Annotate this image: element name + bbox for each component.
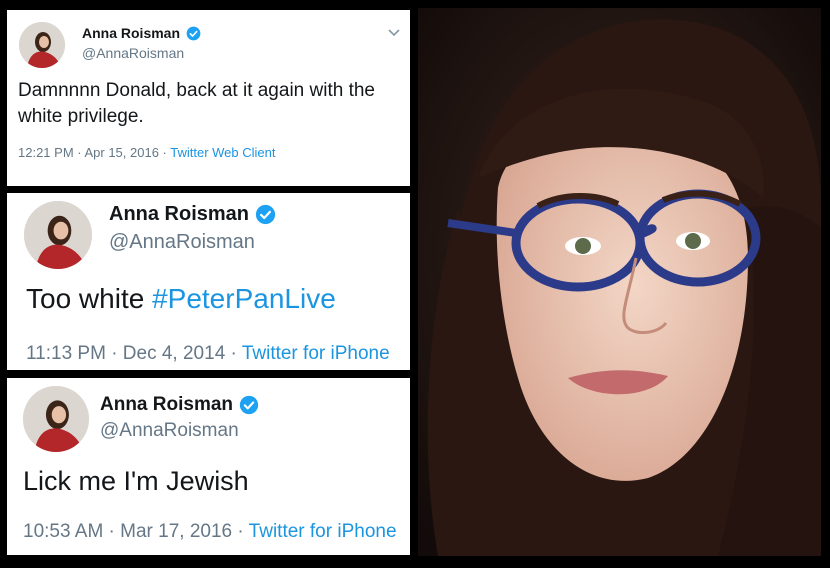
tweet-card-1[interactable]: Anna Roisman @AnnaRoisman Damnnnn Donald… — [7, 10, 410, 186]
display-name-text: Anna Roisman — [82, 25, 181, 41]
display-name-text: Anna Roisman — [109, 203, 250, 225]
avatar-image — [23, 386, 89, 452]
portrait-image — [418, 8, 821, 556]
verified-badge-icon — [255, 204, 276, 225]
tweet-source-link[interactable]: Twitter for iPhone — [242, 343, 390, 364]
display-name[interactable]: Anna Roisman — [100, 394, 259, 416]
user-handle[interactable]: @AnnaRoisman — [82, 45, 184, 61]
tweet-timestamp[interactable]: 12:21 PM · Apr 15, 2016 · — [18, 145, 170, 160]
user-handle[interactable]: @AnnaRoisman — [100, 420, 239, 442]
avatar[interactable] — [24, 201, 92, 269]
tweet-source-link[interactable]: Twitter for iPhone — [249, 521, 397, 542]
avatar-image — [19, 22, 65, 68]
tweet-meta: 12:21 PM · Apr 15, 2016 · Twitter Web Cl… — [18, 145, 276, 160]
verified-badge-icon — [239, 395, 259, 415]
avatar[interactable] — [19, 22, 65, 68]
chevron-down-icon[interactable] — [387, 28, 401, 38]
tweet-text: Damnnnn Donald, back at it again with th… — [18, 80, 375, 127]
tweet-meta: 11:13 PM · Dec 4, 2014 · Twitter for iPh… — [26, 343, 390, 365]
portrait-photo — [418, 8, 821, 556]
avatar[interactable] — [23, 386, 89, 452]
avatar-image — [24, 201, 92, 269]
tweet-card-3[interactable]: Anna Roisman @AnnaRoisman Lick me I'm Je… — [7, 378, 410, 555]
tweet-source-link[interactable]: Twitter Web Client — [170, 145, 275, 160]
tweet-text: Lick me I'm Jewish — [23, 466, 249, 496]
verified-badge-icon — [186, 26, 201, 40]
tweet-timestamp[interactable]: 10:53 AM · Mar 17, 2016 · — [23, 521, 249, 542]
tweet-timestamp[interactable]: 11:13 PM · Dec 4, 2014 · — [26, 343, 242, 364]
tweet-card-2[interactable]: Anna Roisman @AnnaRoisman Too white #Pet… — [7, 193, 410, 370]
tweet-text: Too white #PeterPanLive — [26, 283, 336, 315]
hashtag-link[interactable]: #PeterPanLive — [152, 283, 336, 314]
display-name[interactable]: Anna Roisman — [109, 203, 276, 226]
display-name[interactable]: Anna Roisman — [82, 25, 201, 41]
tweet-text-plain: Too white — [26, 283, 153, 314]
display-name-text: Anna Roisman — [100, 394, 234, 415]
user-handle[interactable]: @AnnaRoisman — [109, 231, 255, 254]
tweet-meta: 10:53 AM · Mar 17, 2016 · Twitter for iP… — [23, 521, 397, 543]
